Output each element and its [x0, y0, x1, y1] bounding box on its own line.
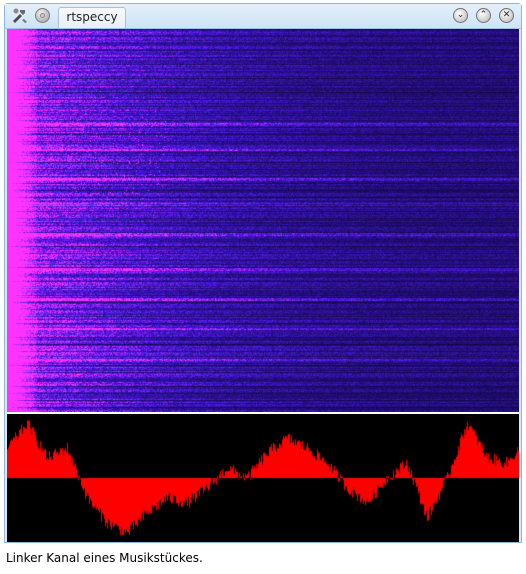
title-bar[interactable]: rtspeccy ⌄ ⌃ ✕	[5, 4, 521, 29]
sticky-pin-icon[interactable]	[35, 8, 50, 23]
application-window: rtspeccy ⌄ ⌃ ✕	[4, 3, 522, 543]
figure-caption: Linker Kanal eines Musikstückes.	[6, 551, 203, 565]
window-content	[7, 29, 519, 542]
window-title-tab[interactable]: rtspeccy	[58, 7, 126, 28]
minimize-button[interactable]: ⌄	[453, 8, 468, 23]
close-button[interactable]: ✕	[499, 8, 514, 23]
app-tools-icon[interactable]	[11, 7, 28, 24]
maximize-button[interactable]: ⌃	[476, 8, 491, 23]
spectrogram-view	[7, 29, 519, 412]
waveform-view	[7, 414, 519, 542]
